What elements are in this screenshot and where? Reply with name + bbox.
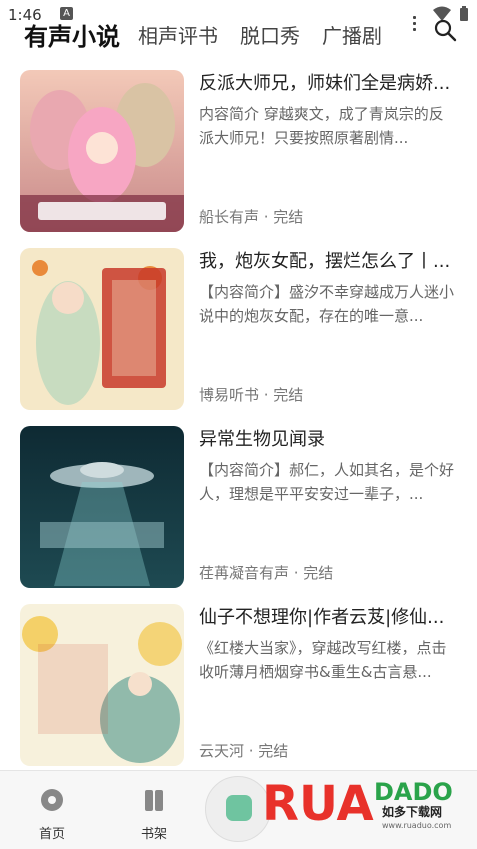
book-cover[interactable] bbox=[20, 70, 184, 232]
svg-text:RUA: RUA bbox=[262, 776, 374, 832]
book-meta: 博易听书 · 完结 bbox=[199, 386, 304, 404]
book-title: 仙子不想理你|作者云芨|修仙... bbox=[199, 607, 445, 628]
svg-text:如多下载网: 如多下载网 bbox=[382, 804, 442, 819]
category-tabs: 有声小说 相声评书 脱口秀 广播剧 bbox=[0, 12, 477, 56]
tab-audio-novel[interactable]: 有声小说 bbox=[24, 17, 120, 52]
list-item[interactable]: 我，炮灰女配，摆烂怎么了丨... 【内容简介】盛汐不幸穿越成万人迷小说中的炮灰女… bbox=[0, 240, 477, 410]
book-title: 反派大师兄，师妹们全是病娇... bbox=[199, 73, 451, 94]
book-description: 【内容简介】盛汐不幸穿越成万人迷小说中的炮灰女配，存在的唯一意... bbox=[199, 283, 455, 325]
svg-text:DADO: DADO bbox=[374, 778, 453, 806]
list-item[interactable]: 异常生物见闻录 【内容简介】郝仁，人如其名，是个好人，理想是平平安安过一辈子，.… bbox=[0, 418, 477, 588]
list-item[interactable]: 反派大师兄，师妹们全是病娇... 内容简介 穿越爽文，成了青岚宗的反派大师兄！只… bbox=[0, 62, 477, 232]
bookshelf-icon bbox=[145, 790, 163, 811]
book-description: 《红楼大当家》，穿越改写红楼，点击收听薄月栖烟穿书&重生&古言悬... bbox=[199, 639, 447, 681]
book-title: 异常生物见闻录 bbox=[199, 429, 325, 450]
tab-talk-show[interactable]: 脱口秀 bbox=[240, 20, 300, 49]
play-icon bbox=[226, 795, 252, 821]
cover-image bbox=[20, 248, 184, 410]
book-cover[interactable] bbox=[20, 426, 184, 588]
disc-icon bbox=[41, 789, 63, 811]
nav-bookshelf[interactable]: 书架 bbox=[124, 787, 184, 842]
list-item[interactable]: 仙子不想理你|作者云芨|修仙... 《红楼大当家》，穿越改写红楼，点击收听薄月栖… bbox=[0, 596, 477, 766]
more-tabs-icon[interactable] bbox=[413, 14, 417, 36]
svg-text:www.ruaduo.com: www.ruaduo.com bbox=[382, 821, 451, 830]
nav-bookshelf-label: 书架 bbox=[140, 827, 167, 842]
watermark-logo: RUA DADO 如多下载网 www.ruaduo.com bbox=[262, 776, 453, 832]
nav-home[interactable]: 首页 bbox=[22, 787, 82, 842]
book-description: 内容简介 穿越爽文，成了青岚宗的反派大师兄！只要按照原著剧情... bbox=[199, 105, 444, 147]
cover-image bbox=[20, 426, 184, 588]
book-description: 【内容简介】郝仁，人如其名，是个好人，理想是平平安安过一辈子，... bbox=[199, 461, 455, 503]
book-cover[interactable] bbox=[20, 604, 184, 766]
book-meta: 荏苒凝音有声 · 完结 bbox=[199, 564, 334, 582]
book-cover[interactable] bbox=[20, 248, 184, 410]
tab-crosstalk[interactable]: 相声评书 bbox=[138, 20, 218, 49]
book-meta: 船长有声 · 完结 bbox=[199, 208, 304, 226]
book-title: 我，炮灰女配，摆烂怎么了丨... bbox=[199, 251, 451, 272]
tab-radio-drama[interactable]: 广播剧 bbox=[322, 20, 382, 49]
book-meta: 云天河 · 完结 bbox=[199, 742, 289, 760]
cover-image bbox=[20, 70, 184, 232]
nav-home-label: 首页 bbox=[38, 827, 65, 842]
cover-image bbox=[20, 604, 184, 766]
search-icon[interactable] bbox=[433, 18, 457, 42]
